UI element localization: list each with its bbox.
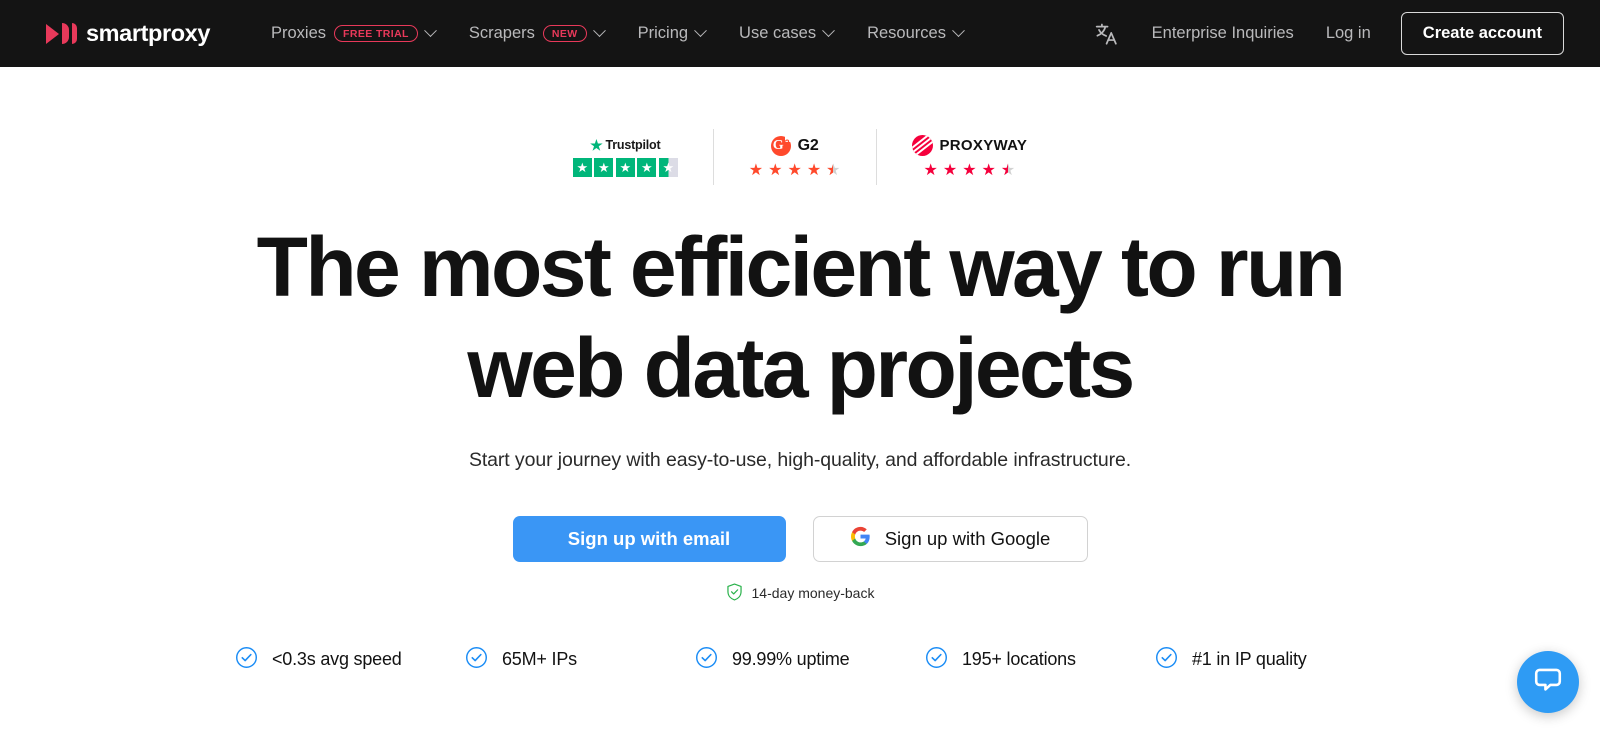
star-half-icon: ★ xyxy=(658,157,678,177)
nav-link-enterprise-inquiries[interactable]: Enterprise Inquiries xyxy=(1136,24,1310,43)
nav-label-use-cases: Use cases xyxy=(739,24,817,42)
nav-label-scrapers: Scrapers xyxy=(468,24,535,42)
headline-line-1: The most efficient way to run xyxy=(256,220,1346,314)
nav-item-scrapers[interactable]: Scrapers NEW xyxy=(452,0,621,67)
nav-label-resources: Resources xyxy=(867,24,946,42)
check-circle-icon xyxy=(465,646,488,674)
trustpilot-rating-stars: ★ ★ ★ ★ ★ xyxy=(572,157,678,177)
feature-item-speed: <0.3s avg speed xyxy=(225,646,455,674)
feature-item-ips: 65M+ IPs xyxy=(455,646,685,674)
feature-label: #1 in IP quality xyxy=(1192,649,1307,670)
sign-up-with-google-label: Sign up with Google xyxy=(884,527,1051,549)
feature-item-ip-quality: #1 in IP quality xyxy=(1145,646,1375,674)
star-filled-icon: ★ xyxy=(981,162,996,179)
star-filled-icon: ★ xyxy=(615,157,635,177)
star-filled-icon: ★ xyxy=(923,162,938,179)
trustpilot-star-icon: ★ xyxy=(590,136,603,153)
star-half-icon: ★ ★ xyxy=(826,161,841,179)
nav-label-proxies: Proxies xyxy=(271,24,327,42)
feature-label: 99.99% uptime xyxy=(732,649,850,670)
feature-label: 195+ locations xyxy=(962,649,1076,670)
nav-label-pricing: Pricing xyxy=(637,24,689,42)
feature-label: 65M+ IPs xyxy=(502,649,577,670)
google-g-icon xyxy=(850,526,871,552)
money-back-guarantee: 14-day money-back xyxy=(0,583,1600,604)
nav-badge-new: NEW xyxy=(542,25,587,42)
star-filled-icon: ★ xyxy=(594,157,614,177)
nav-badge-free-trial: FREE TRIAL xyxy=(334,25,418,42)
nav-link-log-in[interactable]: Log in xyxy=(1310,24,1387,43)
sign-up-with-email-button[interactable]: Sign up with email xyxy=(512,515,786,562)
primary-nav-items: Proxies FREE TRIAL Scrapers NEW Pricing … xyxy=(254,0,980,67)
star-filled-icon: ★ xyxy=(768,161,783,179)
chat-bubble-icon xyxy=(1533,665,1563,700)
star-filled-icon: ★ xyxy=(806,161,822,179)
proxyway-name: PROXYWAY xyxy=(939,137,1028,154)
star-filled-icon: ★ xyxy=(572,157,592,177)
top-navigation-bar: smartproxy Proxies FREE TRIAL Scrapers N… xyxy=(0,0,1600,67)
smartproxy-logo-icon xyxy=(46,23,77,44)
proxyway-logo-icon xyxy=(911,135,933,156)
star-filled-icon: ★ xyxy=(942,162,958,179)
chevron-down-icon xyxy=(424,24,437,38)
chevron-down-icon xyxy=(592,24,606,38)
brand-logo[interactable]: smartproxy xyxy=(46,20,210,47)
check-circle-icon xyxy=(925,646,948,674)
nav-item-pricing[interactable]: Pricing xyxy=(621,0,722,67)
page-root: smartproxy Proxies FREE TRIAL Scrapers N… xyxy=(0,0,1600,729)
trustpilot-label-group: ★ Trustpilot xyxy=(590,136,661,153)
language-translate-icon[interactable] xyxy=(1092,19,1122,49)
check-circle-icon xyxy=(1155,646,1178,674)
trust-badge-proxyway[interactable]: PROXYWAY ★ ★ ★ ★ ★ ★ xyxy=(875,129,1063,185)
trust-badge-g2[interactable]: G2 G2 ★ ★ ★ ★ ★ ★ xyxy=(712,129,876,185)
g2-rating-stars: ★ ★ ★ ★ ★ ★ xyxy=(748,161,841,179)
hero-subheadline: Start your journey with easy-to-use, hig… xyxy=(468,448,1132,471)
check-circle-icon xyxy=(235,646,258,674)
trustpilot-name: Trustpilot xyxy=(605,137,661,152)
g2-logo-icon: G2 xyxy=(770,133,793,156)
feature-item-uptime: 99.99% uptime xyxy=(685,646,915,674)
star-filled-icon: ★ xyxy=(962,162,977,179)
cta-button-group: Sign up with email Sign up with Google xyxy=(0,515,1600,562)
headline-line-2: web data projects xyxy=(467,320,1135,415)
chevron-down-icon xyxy=(822,24,835,38)
feature-highlights-row: <0.3s avg speed 65M+ IPs 99.99% uptime 1… xyxy=(0,646,1600,674)
trust-badges-row: ★ Trustpilot ★ ★ ★ ★ ★ G2 G2 ★ ★ ★ ★ ★ ★… xyxy=(0,129,1600,185)
nav-item-use-cases[interactable]: Use cases xyxy=(722,0,850,67)
live-chat-button[interactable] xyxy=(1517,651,1579,713)
feature-item-locations: 195+ locations xyxy=(915,646,1145,674)
check-circle-icon xyxy=(695,646,718,674)
g2-label-group: G2 G2 xyxy=(770,133,819,156)
g2-name: G2 xyxy=(797,136,819,154)
guarantee-label: 14-day money-back xyxy=(751,585,875,602)
page-title: The most efficient way to run web data p… xyxy=(0,217,1600,419)
star-filled-icon: ★ xyxy=(748,161,764,179)
proxyway-rating-stars: ★ ★ ★ ★ ★ ★ xyxy=(924,163,1016,179)
feature-label: <0.3s avg speed xyxy=(272,649,402,670)
nav-item-proxies[interactable]: Proxies FREE TRIAL xyxy=(254,0,452,67)
chevron-down-icon xyxy=(694,24,707,38)
star-filled-icon: ★ xyxy=(787,161,802,179)
star-half-icon: ★ ★ xyxy=(1000,162,1016,179)
chevron-down-icon xyxy=(952,24,965,38)
create-account-button[interactable]: Create account xyxy=(1400,12,1564,55)
trust-badge-trustpilot[interactable]: ★ Trustpilot ★ ★ ★ ★ ★ xyxy=(538,129,713,185)
shield-check-icon xyxy=(726,583,743,604)
hero-section: ★ Trustpilot ★ ★ ★ ★ ★ G2 G2 ★ ★ ★ ★ ★ ★… xyxy=(0,67,1600,674)
sign-up-with-google-button[interactable]: Sign up with Google xyxy=(812,515,1088,562)
proxyway-label-group: PROXYWAY xyxy=(911,135,1028,156)
nav-right-group: Enterprise Inquiries Log in Create accou… xyxy=(1086,12,1564,55)
nav-item-resources[interactable]: Resources xyxy=(850,0,980,67)
star-filled-icon: ★ xyxy=(637,157,657,177)
brand-name: smartproxy xyxy=(86,20,210,46)
